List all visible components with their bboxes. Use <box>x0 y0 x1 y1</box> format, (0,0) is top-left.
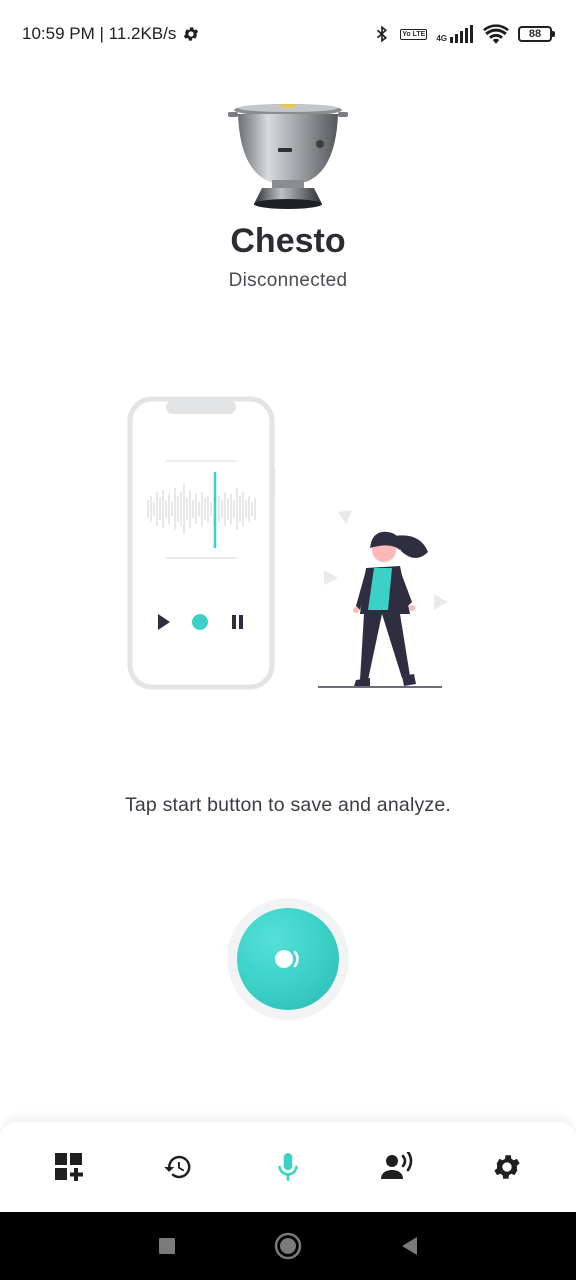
status-right: Yo LTE 4G 88 <box>373 24 555 44</box>
nav-dashboard[interactable] <box>39 1137 99 1197</box>
recording-illustration <box>127 396 448 690</box>
nav-voice-profile[interactable] <box>368 1137 428 1197</box>
device-image <box>228 104 348 209</box>
device-name: Chesto <box>230 222 346 260</box>
connection-status: Disconnected <box>228 270 348 291</box>
wifi-icon <box>483 24 509 44</box>
settings-status-icon <box>184 27 199 41</box>
woman-illustration <box>353 531 428 686</box>
bottom-nav <box>0 1122 576 1212</box>
record-button-ring <box>227 898 349 1020</box>
back-icon[interactable] <box>400 1236 418 1256</box>
record-toggle-icon <box>275 950 299 968</box>
battery-indicator: 88 <box>518 26 555 42</box>
system-nav-bar <box>0 1212 576 1280</box>
nav-record[interactable] <box>258 1137 318 1197</box>
signal-group: 4G <box>436 25 474 43</box>
voice-profile-icon <box>380 1152 412 1179</box>
history-icon <box>164 1155 191 1179</box>
dashboard-add-icon <box>54 1153 83 1181</box>
status-time-speed: 10:59 PM | 11.2KB/s <box>22 24 177 43</box>
home-icon[interactable] <box>274 1232 302 1260</box>
gear-icon <box>494 1155 520 1179</box>
phone-illustration <box>127 396 275 690</box>
nav-settings[interactable] <box>477 1137 537 1197</box>
status-bar: 10:59 PM | 11.2KB/s Yo LTE 4G 88 <box>0 0 576 68</box>
volte-badge: Yo LTE <box>400 28 428 40</box>
nav-history[interactable] <box>148 1137 208 1197</box>
network-type: 4G <box>436 34 447 43</box>
recents-icon[interactable] <box>158 1237 176 1255</box>
microphone-icon <box>278 1153 298 1181</box>
record-button[interactable] <box>237 908 339 1010</box>
hint-text: Tap start button to save and analyze. <box>124 794 452 816</box>
signal-icon <box>450 25 473 43</box>
bluetooth-icon <box>377 25 388 43</box>
status-left: 10:59 PM | 11.2KB/s <box>22 24 200 44</box>
